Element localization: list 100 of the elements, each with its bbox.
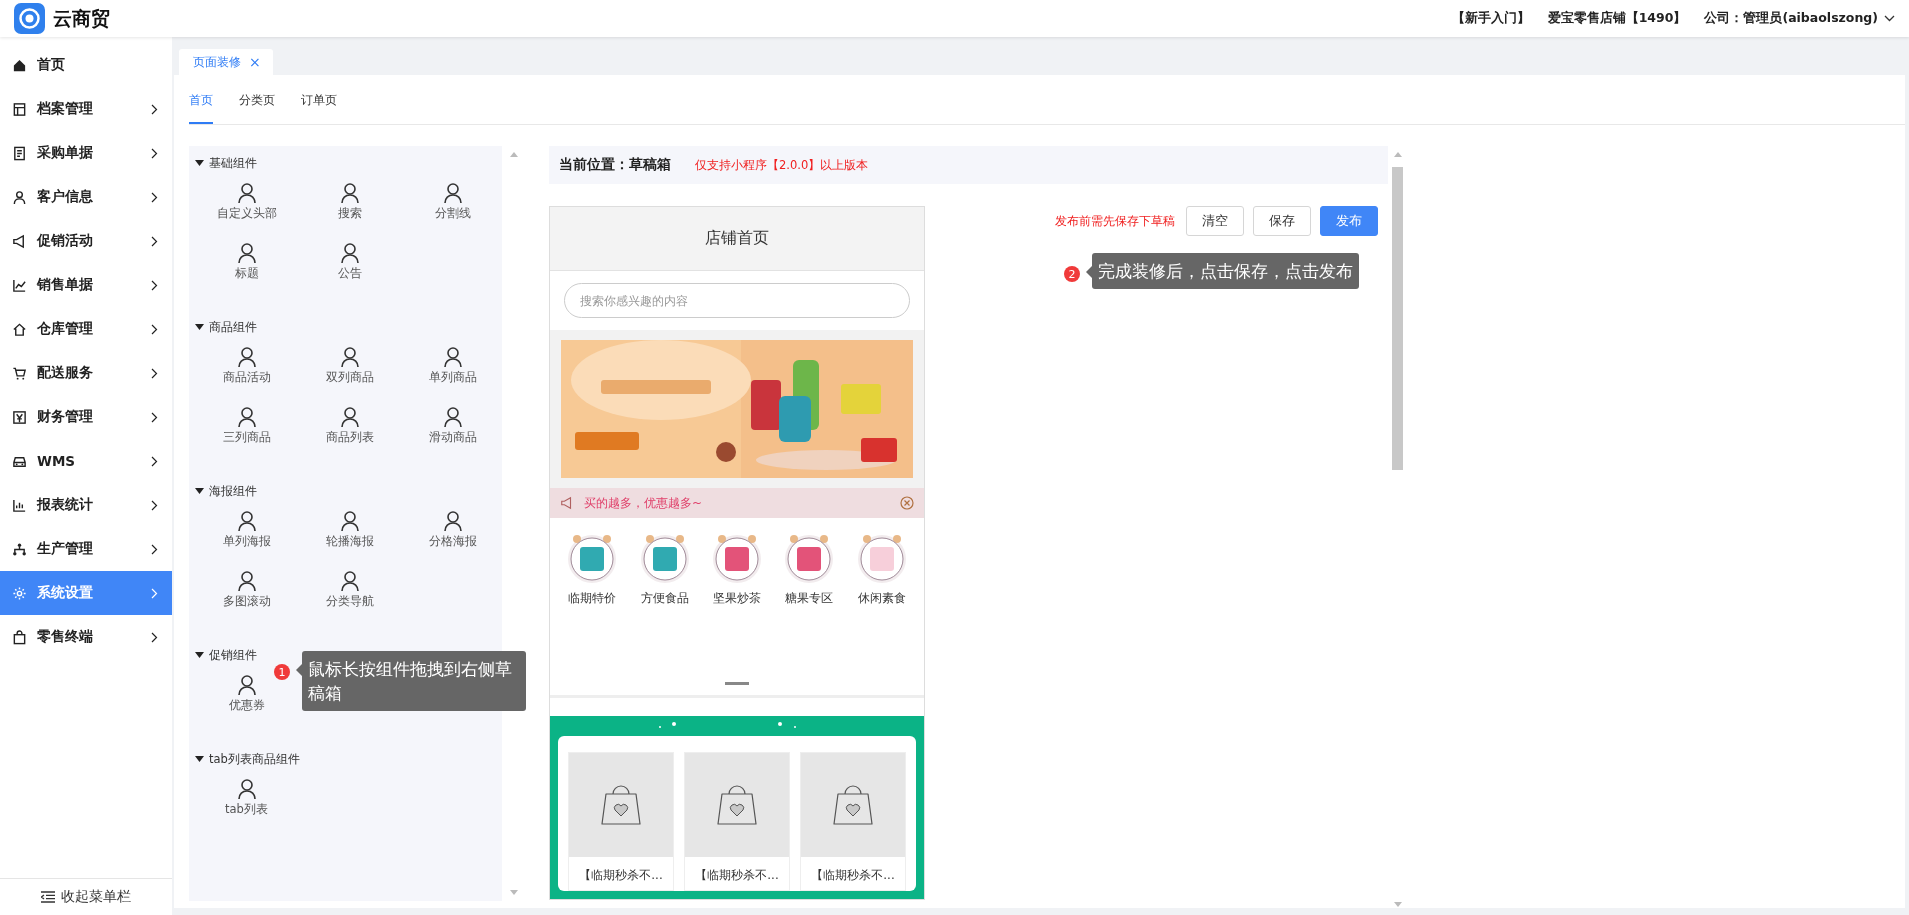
action-button[interactable]: 清空: [1186, 206, 1244, 236]
sidebar-item[interactable]: 报表统计: [0, 483, 172, 527]
header-link[interactable]: 公司：管理员(aibaolszong): [1704, 10, 1895, 27]
collapse-menu-button[interactable]: 收起菜单栏: [0, 878, 172, 915]
component-label[interactable]: 单列海报: [222, 534, 271, 549]
bag-icon: [12, 629, 27, 645]
component-label[interactable]: 自定义头部: [216, 206, 277, 221]
caret-icon[interactable]: [195, 323, 204, 331]
component-label[interactable]: 公告: [337, 266, 362, 281]
sidebar-item[interactable]: 零售终端: [0, 615, 172, 659]
sidebar-item[interactable]: 财务管理: [0, 395, 172, 439]
tab[interactable]: 分类页: [239, 75, 275, 124]
gear-icon: [12, 585, 27, 601]
page-tab[interactable]: 页面装修 ×: [179, 49, 273, 75]
caret-icon[interactable]: [195, 651, 204, 659]
location-label: 当前位置：草稿箱: [559, 156, 671, 174]
category-label[interactable]: 临期特价: [568, 590, 617, 607]
person-icon: [442, 406, 463, 428]
save-hint: 发布前需先保存下草稿: [1055, 213, 1175, 229]
group-title: 基础组件: [209, 155, 257, 171]
sidebar-item[interactable]: 配送服务: [0, 351, 172, 395]
sidebar-item[interactable]: 销售单据: [0, 263, 172, 307]
house-icon: [12, 321, 27, 337]
caret-icon[interactable]: [195, 487, 204, 495]
action-button[interactable]: 保存: [1253, 206, 1311, 236]
person-icon: [339, 570, 360, 592]
tooltip: 鼠标长按组件拖拽到右侧草稿箱: [296, 651, 526, 711]
component-label[interactable]: 分割线: [434, 206, 471, 221]
cart-icon: [12, 365, 27, 381]
component-label[interactable]: 搜索: [337, 206, 362, 221]
person-icon: [339, 346, 360, 368]
component-label[interactable]: 商品活动: [222, 370, 271, 385]
sidebar-item[interactable]: 首页: [0, 43, 172, 87]
caret-icon[interactable]: [195, 159, 204, 167]
category-label[interactable]: 坚果炒茶: [713, 590, 761, 607]
sidebar-item[interactable]: 生产管理: [0, 527, 172, 571]
close-icon[interactable]: ×: [249, 54, 261, 70]
category-label[interactable]: 休闲素食: [857, 590, 906, 607]
person-icon: [236, 182, 257, 204]
sidebar-item[interactable]: 档案管理: [0, 87, 172, 131]
sidebar-item[interactable]: 仓库管理: [0, 307, 172, 351]
round-sticker-icon: [638, 532, 691, 584]
component-label[interactable]: 单列商品: [428, 370, 477, 385]
scroll-up-icon[interactable]: [1393, 152, 1402, 157]
sidebar-item[interactable]: 促销活动: [0, 219, 172, 263]
person-icon: [12, 189, 27, 205]
component-label[interactable]: tab列表: [225, 802, 268, 817]
component-label[interactable]: 标题: [234, 266, 259, 281]
round-sticker-icon: [566, 532, 619, 584]
person-icon: [236, 570, 257, 592]
scrollbar-thumb[interactable]: [1392, 167, 1403, 470]
group-title: 商品组件: [209, 319, 257, 335]
action-button[interactable]: 发布: [1320, 206, 1378, 236]
person-icon: [442, 182, 463, 204]
step-badge: 2: [1064, 266, 1080, 282]
scroll-down-icon[interactable]: [1393, 902, 1402, 907]
page-title: 店铺首页: [550, 207, 924, 271]
person-icon: [236, 406, 257, 428]
sidebar-item[interactable]: WMS: [0, 439, 172, 483]
group-title: 促销组件: [209, 647, 257, 663]
search-field[interactable]: 搜索你感兴趣的内容: [564, 283, 910, 318]
logo-icon: [14, 3, 45, 34]
component-label[interactable]: 分格海报: [428, 534, 477, 549]
person-icon: [339, 182, 360, 204]
group-title: tab列表商品组件: [209, 751, 300, 767]
sidebar-item[interactable]: 系统设置: [0, 571, 172, 615]
sidebar-item[interactable]: 采购单据: [0, 131, 172, 175]
header-link[interactable]: 【新手入门】: [1451, 10, 1530, 27]
component-label[interactable]: 多图滚动: [222, 594, 271, 609]
close-icon[interactable]: [900, 496, 914, 510]
megaphone-icon: [560, 496, 574, 510]
scroll-down-icon[interactable]: [510, 890, 518, 895]
component-label[interactable]: 优惠券: [228, 698, 265, 713]
tooltip: 完成装修后，点击保存，点击发布: [1086, 253, 1359, 289]
person-icon: [236, 346, 257, 368]
notice-text: 买的越多，优惠越多~: [584, 494, 704, 512]
round-sticker-icon: [711, 532, 763, 584]
category-label[interactable]: 糖果专区: [785, 590, 834, 607]
caret-icon[interactable]: [195, 755, 204, 763]
app-title: 云商贸: [53, 5, 110, 31]
ledger-icon: [12, 101, 27, 117]
menu-fold-icon: [41, 891, 55, 903]
category-label[interactable]: 方便食品: [640, 590, 689, 607]
component-label[interactable]: 三列商品: [222, 430, 271, 445]
round-sticker-icon: [783, 532, 836, 584]
header-link[interactable]: 爱宝零售店铺【1490】: [1547, 10, 1687, 27]
sidebar-item[interactable]: 客户信息: [0, 175, 172, 219]
version-notice: 仅支持小程序【2.0.0】以上版本: [695, 157, 869, 173]
tab[interactable]: 首页: [189, 75, 213, 124]
component-label[interactable]: 分类导航: [325, 594, 374, 609]
person-icon: [442, 346, 463, 368]
component-label[interactable]: 双列商品: [325, 370, 374, 385]
tab[interactable]: 订单页: [301, 75, 337, 124]
person-icon: [236, 778, 257, 800]
component-label[interactable]: 轮播海报: [325, 534, 374, 549]
person-icon: [236, 674, 257, 696]
component-label[interactable]: 商品列表: [325, 430, 374, 445]
component-label[interactable]: 滑动商品: [428, 430, 477, 445]
scroll-up-icon[interactable]: [510, 152, 518, 157]
round-sticker-icon: [855, 532, 908, 584]
